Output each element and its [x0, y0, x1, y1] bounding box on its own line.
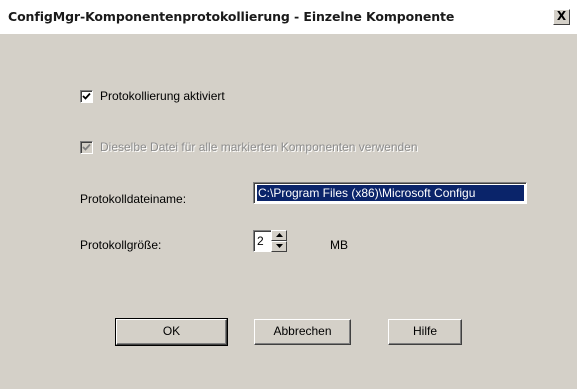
help-button-label: Hilfe: [412, 324, 437, 338]
dialog-client-area: Protokollierung aktiviert Dieselbe Datei…: [0, 34, 577, 389]
close-icon: X: [556, 9, 567, 23]
title-bar[interactable]: ConfigMgr-Komponentenprotokollierung - E…: [0, 0, 577, 34]
help-button[interactable]: Hilfe: [388, 319, 462, 345]
same-file-checkbox[interactable]: [80, 140, 93, 154]
spin-down-arrow-icon: [276, 244, 283, 248]
log-size-spinner: [271, 230, 287, 252]
close-button[interactable]: X: [553, 9, 570, 25]
cancel-button-label: Abbrechen: [273, 324, 332, 338]
spin-up-arrow-icon: [276, 233, 283, 237]
cancel-button[interactable]: Abbrechen: [254, 319, 351, 345]
log-file-name-label: Protokolldateiname:: [80, 192, 187, 206]
logging-enabled-option[interactable]: Protokollierung aktiviert: [80, 89, 225, 103]
checkmark-icon: [82, 143, 91, 151]
spin-up-button[interactable]: [271, 230, 287, 241]
component-logging-dialog: ConfigMgr-Komponentenprotokollierung - E…: [0, 0, 577, 389]
logging-enabled-label: Protokollierung aktiviert: [100, 89, 225, 103]
log-file-name-value: C:\Program Files (x86)\Microsoft Configu: [257, 185, 524, 201]
logging-enabled-checkbox[interactable]: [80, 89, 93, 103]
ok-button-label: OK: [162, 324, 181, 338]
checkmark-icon: [82, 92, 91, 100]
log-file-name-input[interactable]: C:\Program Files (x86)\Microsoft Configu: [253, 182, 527, 204]
log-size-input[interactable]: 2: [253, 230, 271, 252]
ok-button[interactable]: OK: [115, 318, 228, 346]
log-size-value: 2: [257, 234, 264, 248]
log-size-unit: MB: [330, 238, 348, 252]
same-file-label: Dieselbe Datei für alle markierten Kompo…: [100, 140, 418, 154]
spin-down-button[interactable]: [271, 241, 287, 252]
log-size-label: Protokollgröße:: [80, 238, 162, 252]
window-title: ConfigMgr-Komponentenprotokollierung - E…: [8, 9, 455, 24]
same-file-option[interactable]: Dieselbe Datei für alle markierten Kompo…: [80, 140, 418, 154]
